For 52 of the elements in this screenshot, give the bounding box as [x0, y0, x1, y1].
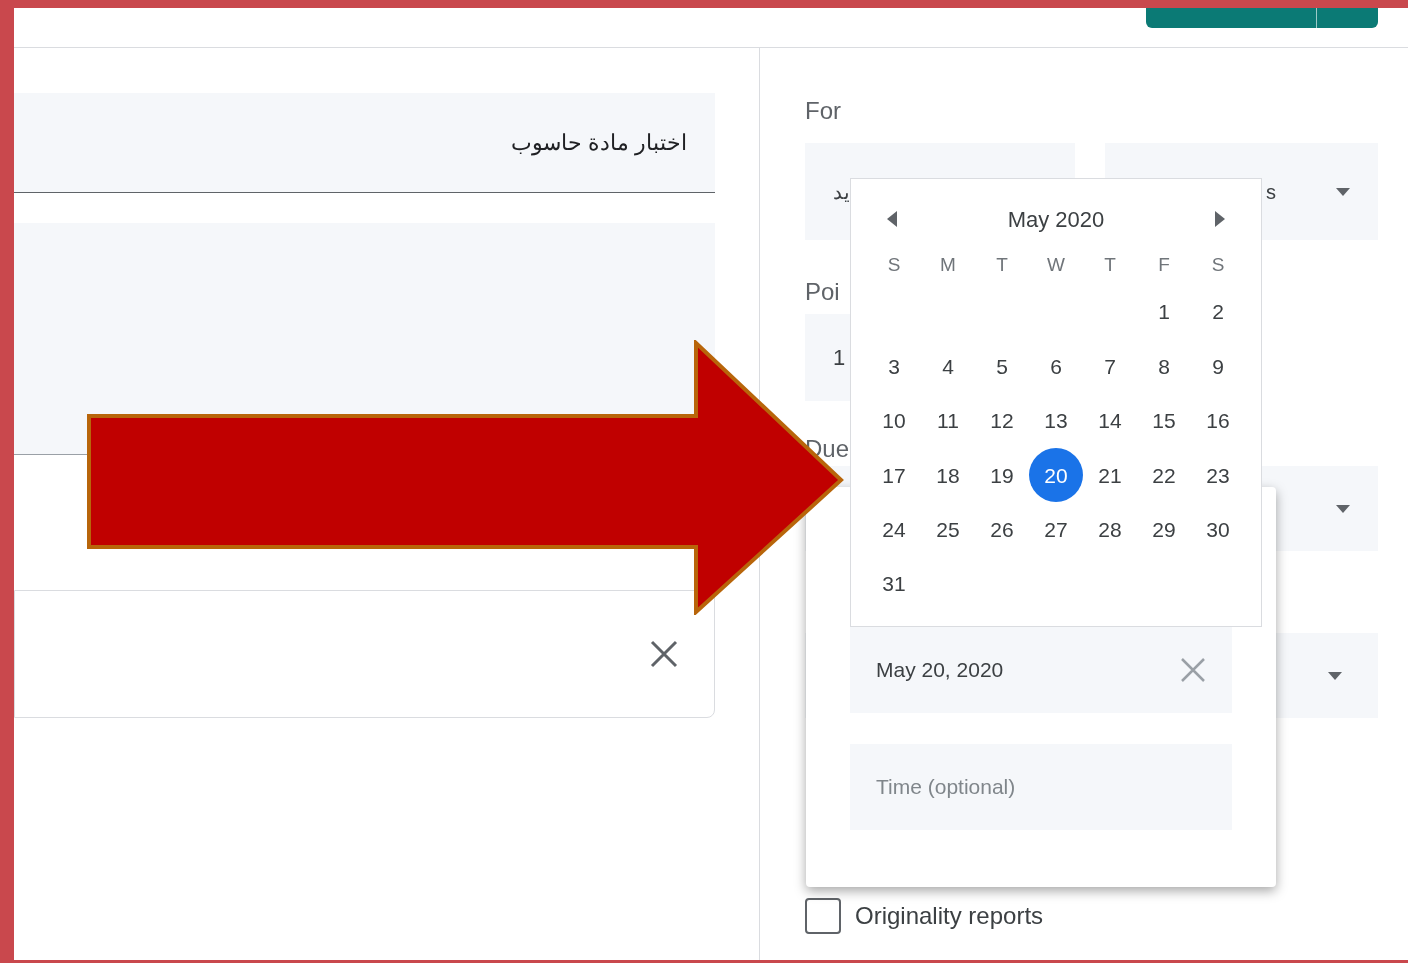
weekday-label: M — [939, 252, 957, 277]
weekday-label: S — [1210, 252, 1226, 277]
calendar-day[interactable]: 24 — [867, 502, 921, 557]
calendar-day[interactable]: 22 — [1137, 448, 1191, 503]
weekday-label: S — [886, 252, 902, 277]
calendar-day[interactable]: 2 — [1191, 285, 1245, 340]
calendar-day[interactable]: 4 — [921, 339, 975, 394]
weekday-label: W — [1046, 252, 1066, 277]
calendar-day[interactable]: 28 — [1083, 502, 1137, 557]
title-field[interactable]: اختبار مادة حاسوب — [14, 93, 715, 193]
weekday-label: T — [995, 252, 1009, 277]
calendar-day[interactable]: 3 — [867, 339, 921, 394]
calendar-day[interactable]: 19 — [975, 448, 1029, 503]
calendar-day[interactable]: 18 — [921, 448, 975, 503]
calendar-day[interactable]: 8 — [1137, 339, 1191, 394]
originality-label: Originality reports — [855, 901, 1044, 931]
calendar-day[interactable]: 5 — [975, 339, 1029, 394]
calendar-day[interactable]: 30 — [1191, 502, 1245, 557]
for-label: For — [805, 96, 841, 126]
calendar-day[interactable]: 25 — [921, 502, 975, 557]
calendar-day[interactable]: 17 — [867, 448, 921, 503]
calendar-day[interactable]: 29 — [1137, 502, 1191, 557]
month-title: May 2020 — [1007, 205, 1105, 234]
previous-month-icon[interactable] — [887, 211, 897, 227]
date-field[interactable]: May 20, 2020 — [850, 627, 1232, 713]
dropdown-caret-icon — [1328, 671, 1342, 680]
calendar-day[interactable]: 10 — [867, 393, 921, 448]
points-label: Poi — [805, 277, 841, 307]
calendar-day[interactable]: 15 — [1137, 393, 1191, 448]
calendar-day[interactable]: 16 — [1191, 393, 1245, 448]
calendar-day[interactable]: 27 — [1029, 502, 1083, 557]
calendar-day[interactable]: 20 — [1029, 448, 1083, 503]
calendar-day[interactable]: 31 — [867, 557, 921, 612]
dropdown-caret-icon — [1336, 504, 1350, 513]
time-field[interactable]: Time (optional) — [850, 744, 1232, 830]
close-icon[interactable] — [650, 640, 678, 668]
calendar-day[interactable]: 7 — [1083, 339, 1137, 394]
calendar-day[interactable]: 13 — [1029, 393, 1083, 448]
calendar-day[interactable]: 21 — [1083, 448, 1137, 503]
calendar-day[interactable]: 14 — [1083, 393, 1137, 448]
calendar-day[interactable]: 23 — [1191, 448, 1245, 503]
weekday-label: T — [1103, 252, 1117, 277]
calendar-day[interactable]: 12 — [975, 393, 1029, 448]
dropdown-caret-icon — [1336, 187, 1350, 196]
calendar-day[interactable]: 26 — [975, 502, 1029, 557]
weekday-label: F — [1157, 252, 1171, 277]
next-month-icon[interactable] — [1215, 211, 1225, 227]
calendar-day[interactable]: 11 — [921, 393, 975, 448]
calendar-day[interactable]: 9 — [1191, 339, 1245, 394]
calendar-day[interactable]: 6 — [1029, 339, 1083, 394]
originality-checkbox[interactable] — [805, 898, 841, 934]
calendar-day[interactable]: 1 — [1137, 285, 1191, 340]
